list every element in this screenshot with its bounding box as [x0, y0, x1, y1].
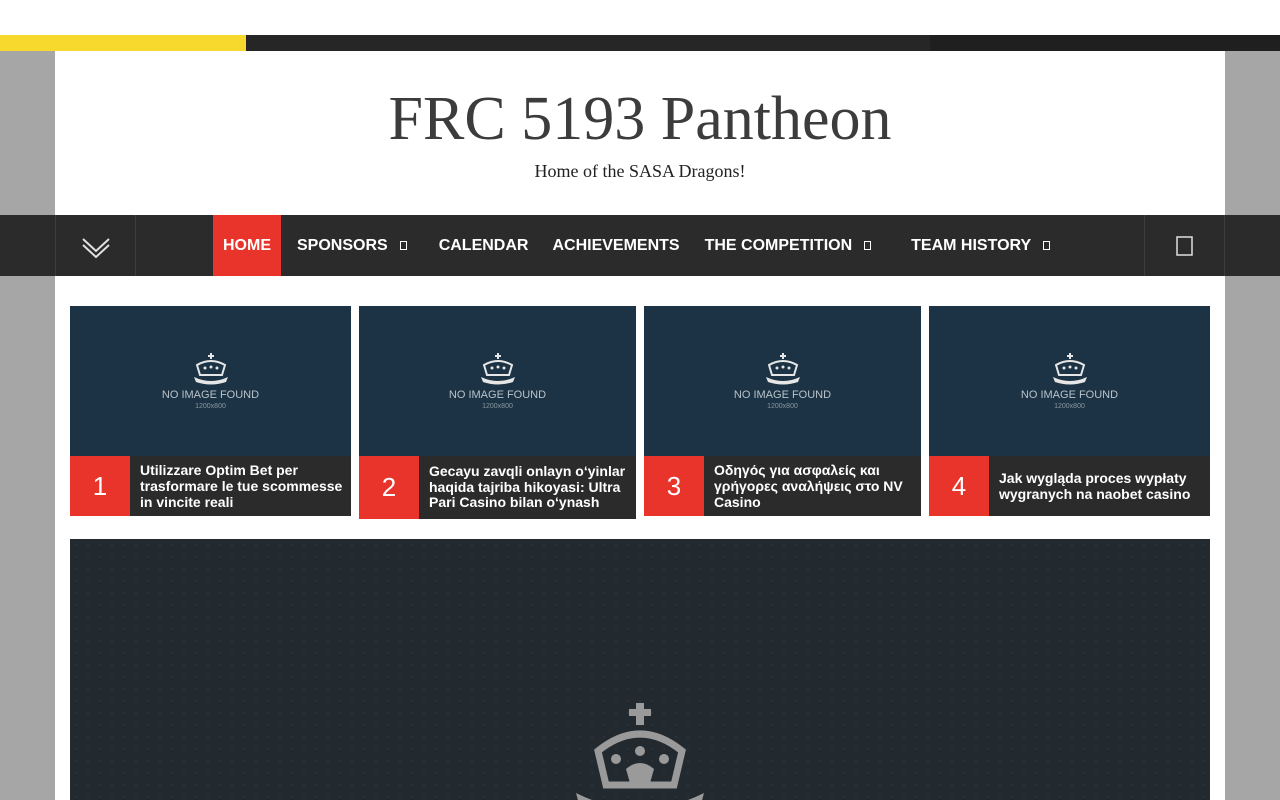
nav-item-label: THE COMPETITION: [704, 236, 853, 254]
crown-logo-icon: [1052, 352, 1087, 384]
no-image-size: 1200x800: [195, 402, 226, 410]
nav-item-team-history[interactable]: TEAM HISTORY: [893, 215, 1072, 276]
search-button[interactable]: [1144, 215, 1225, 276]
post-rank-badge: 4: [929, 456, 989, 516]
featured-post-card-3[interactable]: NO IMAGE FOUND 1200x800 3 Οδηγός για ασφ…: [644, 306, 921, 516]
featured-post-card-2[interactable]: NO IMAGE FOUND 1200x800 2 Gecayu zavqli …: [359, 306, 636, 519]
top-strip-dark-segment: [930, 35, 1280, 51]
post-caption: 3 Οδηγός για ασφαλείς και γρήγορες αναλή…: [644, 456, 921, 516]
nav-menu: HOME SPONSORS CALENDAR ACHIEVEMENTS THE …: [213, 215, 1072, 276]
post-caption: 2 Gecayu zavqli onlayn o‘yinlar haqida t…: [359, 456, 636, 519]
post-title-link[interactable]: Gecayu zavqli onlayn o‘yinlar haqida taj…: [429, 456, 628, 519]
crown-logo-icon: [576, 703, 704, 800]
nav-item-calendar[interactable]: CALENDAR: [429, 215, 541, 276]
post-thumbnail[interactable]: NO IMAGE FOUND 1200x800: [359, 306, 636, 456]
no-image-label: NO IMAGE FOUND: [1020, 388, 1119, 401]
post-thumbnail[interactable]: NO IMAGE FOUND 1200x800: [929, 306, 1210, 456]
top-color-strip: [0, 35, 1280, 51]
nav-item-label: HOME: [223, 236, 271, 254]
post-title-link[interactable]: Οδηγός για ασφαλείς και γρήγορες αναλήψε…: [714, 456, 913, 516]
no-image-label: NO IMAGE FOUND: [733, 388, 832, 401]
nav-item-label: ACHIEVEMENTS: [552, 236, 680, 254]
submenu-indicator-icon: [864, 241, 872, 250]
crown-logo-icon: [765, 352, 800, 384]
no-image-label: NO IMAGE FOUND: [161, 388, 260, 401]
post-title-link[interactable]: Jak wygląda proces wypłaty wygranych na …: [999, 456, 1202, 516]
crown-logo-icon: [480, 352, 515, 384]
main-navigation: HOME SPONSORS CALENDAR ACHIEVEMENTS THE …: [0, 215, 1280, 276]
chevron-double-down-icon: [81, 237, 110, 258]
post-rank-badge: 2: [359, 456, 419, 519]
nav-item-the-competition[interactable]: THE COMPETITION: [693, 215, 894, 276]
no-image-label: NO IMAGE FOUND: [448, 388, 547, 401]
top-strip-yellow-segment: [0, 35, 246, 51]
submenu-indicator-icon: [399, 241, 407, 250]
nav-item-label: TEAM HISTORY: [911, 236, 1032, 254]
post-thumbnail[interactable]: NO IMAGE FOUND 1200x800: [70, 306, 351, 456]
search-icon: [1175, 235, 1193, 256]
hero-image[interactable]: [70, 539, 1210, 800]
no-image-size: 1200x800: [482, 402, 513, 410]
crown-logo-icon: [193, 352, 228, 384]
nav-item-label: CALENDAR: [438, 236, 529, 254]
post-caption: 4 Jak wygląda proces wypłaty wygranych n…: [929, 456, 1210, 516]
post-rank-badge: 3: [644, 456, 704, 516]
nav-item-label: SPONSORS: [297, 236, 388, 254]
submenu-indicator-icon: [1043, 241, 1051, 250]
site-tagline: Home of the SASA Dragons!: [534, 161, 746, 181]
post-title-link[interactable]: Utilizzare Optim Bet per trasformare le …: [140, 456, 343, 516]
post-thumbnail[interactable]: NO IMAGE FOUND 1200x800: [644, 306, 921, 456]
nav-item-sponsors[interactable]: SPONSORS: [281, 215, 429, 276]
no-image-size: 1200x800: [767, 402, 798, 410]
nav-item-home[interactable]: HOME: [213, 215, 281, 276]
post-caption: 1 Utilizzare Optim Bet per trasformare l…: [70, 456, 351, 516]
no-image-size: 1200x800: [1054, 402, 1085, 410]
menu-toggle-button[interactable]: [55, 215, 136, 276]
nav-item-achievements[interactable]: ACHIEVEMENTS: [540, 215, 692, 276]
site-title[interactable]: FRC 5193 Pantheon: [55, 85, 1225, 153]
post-rank-badge: 1: [70, 456, 130, 516]
featured-post-card-4[interactable]: NO IMAGE FOUND 1200x800 4 Jak wygląda pr…: [929, 306, 1210, 516]
featured-post-card-1[interactable]: NO IMAGE FOUND 1200x800 1 Utilizzare Opt…: [70, 306, 351, 516]
